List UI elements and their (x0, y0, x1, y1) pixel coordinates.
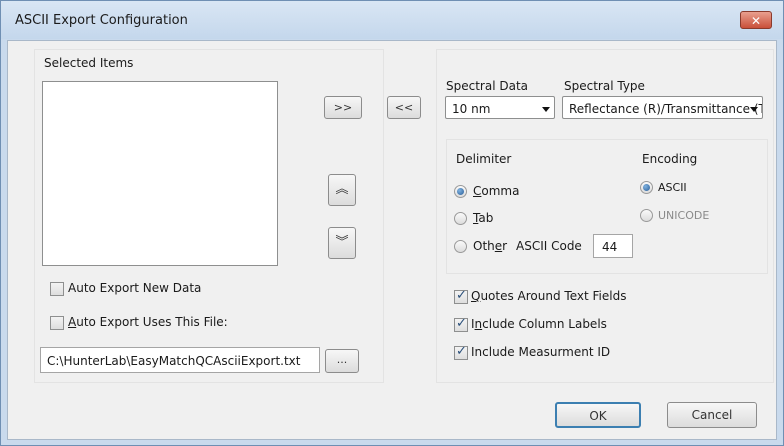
selected-items-listbox[interactable] (42, 81, 278, 266)
auto-export-uses-file-rest: uto Export Uses This File: (76, 315, 228, 329)
spectral-type-label: Spectral Type (564, 79, 645, 93)
dialog-window: ASCII Export Configuration ✕ Selected It… (0, 0, 784, 446)
encoding-ascii-radio[interactable] (640, 181, 653, 194)
close-icon: ✕ (750, 14, 762, 28)
window-title: ASCII Export Configuration (15, 13, 188, 28)
remove-items-label: << (394, 101, 414, 114)
tab-rest: ab (478, 211, 494, 225)
double-chevron-down-icon: ︾ (335, 235, 349, 250)
move-up-button[interactable]: ︽ (328, 174, 356, 206)
add-items-label: >> (333, 101, 353, 114)
encoding-unicode-label: UNICODE (658, 209, 710, 222)
chevron-down-icon (750, 107, 758, 112)
comma-rest: omma (481, 184, 520, 198)
delimiter-other-radio[interactable] (454, 240, 467, 253)
encoding-unicode-radio[interactable] (640, 209, 653, 222)
auto-export-uses-file-label: Auto Export Uses This File: (68, 315, 228, 329)
encoding-ascii-label: ASCII (658, 181, 687, 194)
other-post: r (502, 239, 508, 253)
browse-label: ... (336, 353, 348, 366)
include-measurement-id-checkbox[interactable] (454, 344, 468, 360)
add-items-button[interactable]: >> (324, 96, 362, 119)
include-column-labels-label: Include Column Labels (471, 317, 607, 331)
cancel-label: Cancel (691, 408, 733, 422)
quotes-around-text-label: Quotes Around Text Fields (471, 289, 626, 303)
cancel-button[interactable]: Cancel (667, 402, 757, 428)
move-down-button[interactable]: ︾ (328, 227, 356, 259)
ok-button[interactable]: OK (555, 402, 641, 428)
spectral-data-label: Spectral Data (446, 79, 529, 93)
delimiter-comma-radio[interactable] (454, 185, 467, 198)
ok-label: OK (589, 409, 607, 423)
spectral-data-value: 10 nm (452, 102, 491, 116)
selected-items-label: Selected Items (44, 56, 134, 70)
close-button[interactable]: ✕ (740, 11, 772, 29)
chevron-down-icon (542, 107, 550, 112)
delimiter-tab-label: Tab (473, 211, 493, 225)
delimiter-other-label: Other (473, 239, 507, 253)
spectral-type-value: Reflectance (R)/Transmittance (T) (569, 102, 763, 116)
auto-export-uses-file-accel: A (68, 315, 77, 329)
encoding-label: Encoding (642, 152, 698, 166)
double-chevron-up-icon: ︽ (335, 182, 349, 197)
delimiter-label: Delimiter (456, 152, 512, 166)
quotes-around-text-checkbox[interactable] (454, 288, 468, 304)
remove-items-button[interactable]: << (387, 96, 421, 119)
delimiter-tab-radio[interactable] (454, 212, 467, 225)
ascii-code-input[interactable]: 44 (593, 234, 633, 258)
quotes-rest: uotes Around Text Fields (480, 289, 627, 303)
delimiter-comma-label: Comma (473, 184, 519, 198)
include-measurement-id-label: Include Measurment ID (471, 345, 611, 359)
auto-export-new-data-checkbox[interactable] (50, 282, 64, 296)
auto-export-new-data-label: Auto Export New Data (68, 281, 202, 295)
column-labels-accel: n (474, 317, 483, 331)
other-pre: Oth (473, 239, 495, 253)
spectral-data-select[interactable]: 10 nm (445, 96, 555, 119)
include-column-labels-checkbox[interactable] (454, 316, 468, 332)
dialog-client-area: Selected Items >> << ︽ ︾ Auto Export New… (7, 40, 777, 440)
ascii-code-label: ASCII Code (516, 239, 582, 253)
browse-button[interactable]: ... (325, 349, 359, 373)
auto-export-uses-file-checkbox[interactable] (50, 316, 64, 330)
export-file-path-input[interactable]: C:\HunterLab\EasyMatchQCAsciiExport.txt (40, 347, 320, 373)
spectral-type-select[interactable]: Reflectance (R)/Transmittance (T) (562, 96, 763, 119)
title-bar[interactable]: ASCII Export Configuration ✕ (1, 1, 783, 39)
column-labels-rest: clude Column Labels (482, 317, 607, 331)
